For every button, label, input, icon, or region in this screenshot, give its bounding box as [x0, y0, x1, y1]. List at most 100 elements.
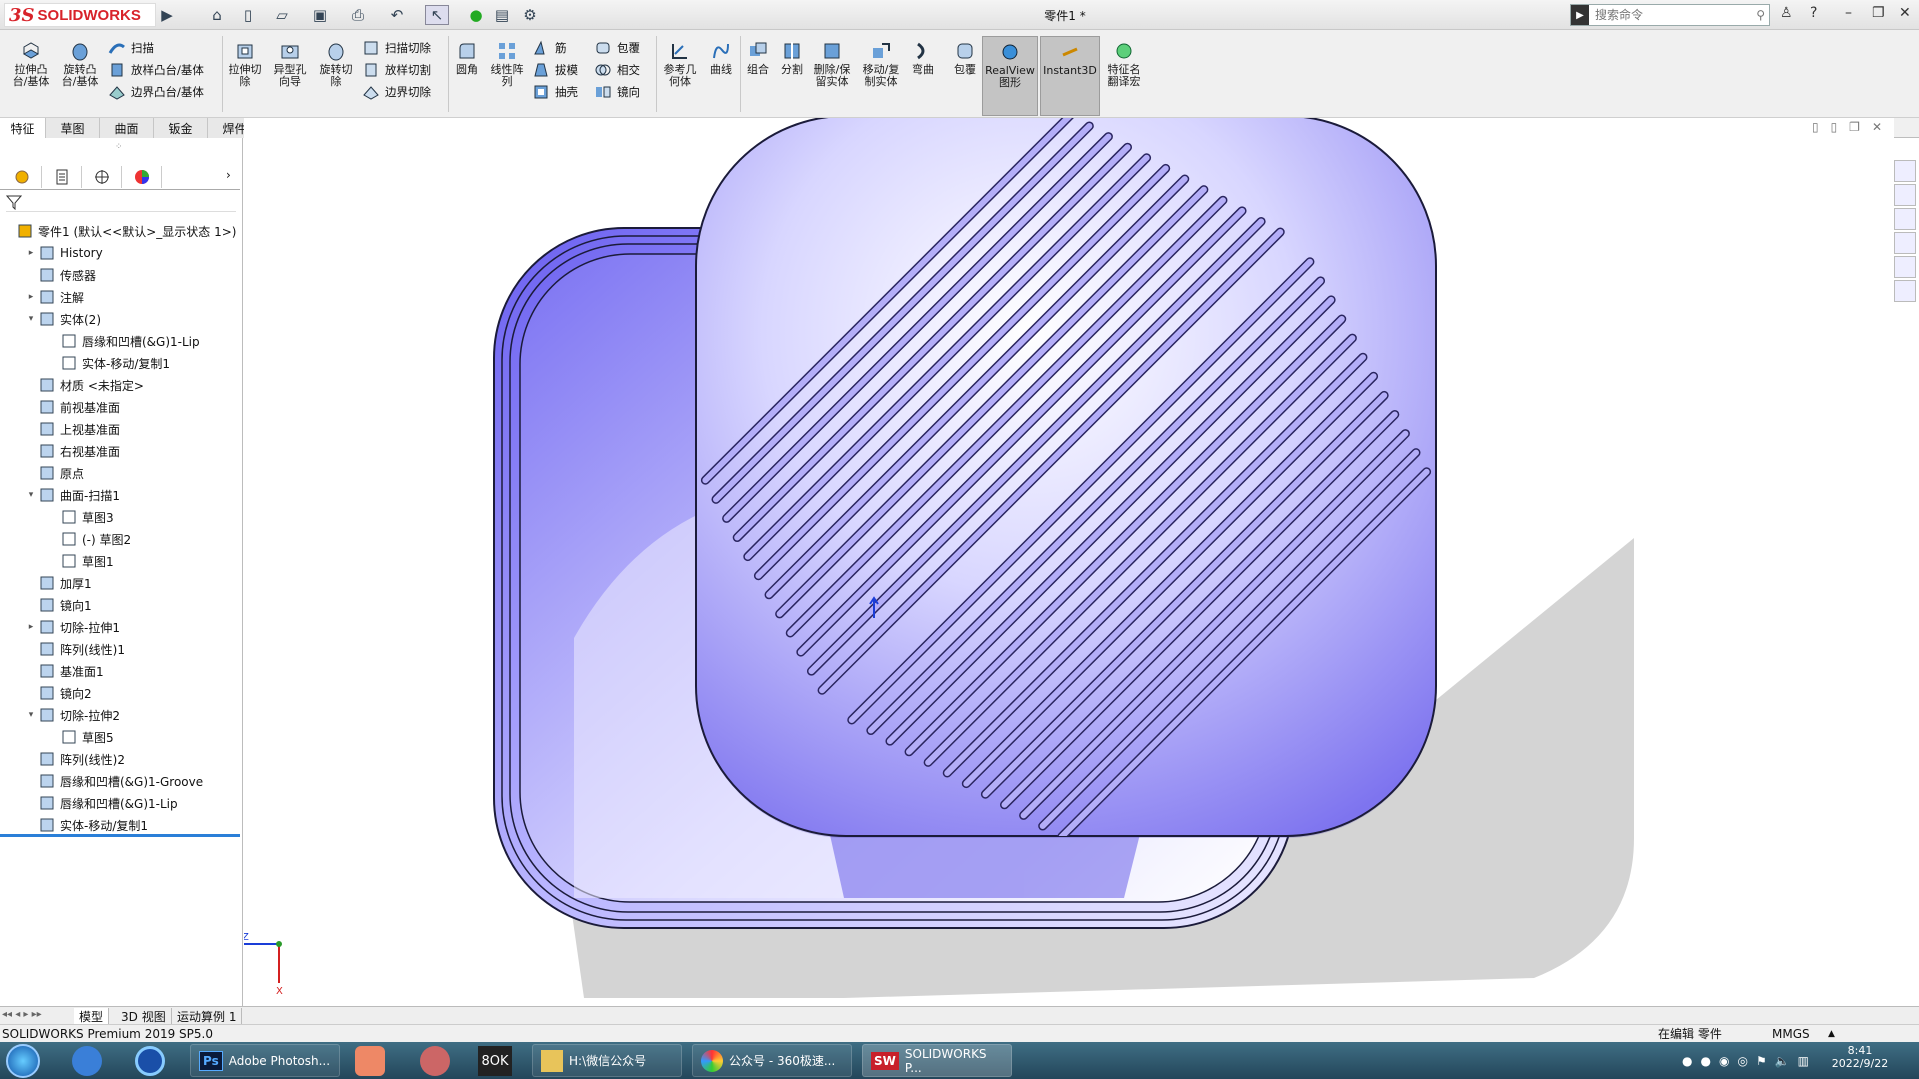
tree-item[interactable]: 唇缘和凹槽(&G)1-Groove [0, 770, 203, 792]
tree-item[interactable]: 加厚1 [0, 572, 92, 594]
tree-item[interactable]: 唇缘和凹槽(&G)1-Lip [0, 792, 178, 814]
app4-pin-icon[interactable]: 8OK [478, 1046, 512, 1076]
mirror-button[interactable]: 镜向 [594, 83, 640, 101]
tree-item[interactable]: 阵列(线性)1 [0, 638, 125, 660]
tree-item[interactable]: 唇缘和凹槽(&G)1-Lip [0, 330, 200, 352]
tree-item[interactable]: 基准面1 [0, 660, 104, 682]
minimize-window-icon[interactable]: – [1845, 5, 1852, 21]
tree-expand-icon[interactable]: ▾ [26, 490, 36, 500]
intersect-button[interactable]: 相交 [594, 61, 640, 79]
start-button-icon[interactable] [6, 1044, 40, 1078]
search-input[interactable] [1595, 8, 1735, 22]
panel-drag-handle[interactable]: ⁘ [115, 142, 123, 152]
sweep-button[interactable]: 扫描 [108, 39, 154, 57]
tree-item[interactable]: ▸ 注解 [0, 286, 84, 308]
tree-item[interactable]: 草图3 [0, 506, 114, 528]
design-library-icon[interactable] [1894, 184, 1916, 206]
boundary-boss-button[interactable]: 边界凸台/基体 [108, 83, 204, 101]
extrude-cut-button[interactable]: 拉伸切 除 [224, 40, 266, 88]
tray-network-icon[interactable]: ▥ [1798, 1054, 1809, 1068]
app2-pin-icon[interactable] [355, 1046, 385, 1076]
filter-icon[interactable] [5, 194, 23, 211]
units-selector[interactable]: MMGS [1772, 1027, 1810, 1041]
print-icon[interactable]: ⎙ [346, 5, 370, 25]
flex-button[interactable]: 弯曲 [908, 40, 938, 76]
tree-item[interactable]: 零件1 (默认<<默认>_显示状态 1>) [0, 220, 236, 242]
appearances-icon[interactable] [1894, 256, 1916, 278]
user-icon[interactable]: ♙ [1780, 5, 1793, 21]
revolve-boss-button[interactable]: 旋转凸 台/基体 [57, 40, 103, 88]
home-icon[interactable]: ⌂ [205, 5, 229, 25]
view-palette-icon[interactable] [1894, 232, 1916, 254]
shell-button[interactable]: 抽壳 [532, 83, 578, 101]
tree-expand-icon[interactable]: ▾ [26, 710, 36, 720]
rollback-bar[interactable] [0, 834, 240, 837]
tree-item[interactable]: 材质 <未指定> [0, 374, 144, 396]
tab-scroll-arrows-icon[interactable]: ◂◂ ◂ ▸ ▸▸ [2, 1009, 42, 1020]
panel-expand-icon[interactable]: › [226, 168, 231, 182]
taskbar-item-browser[interactable]: 公众号 - 360极速... [692, 1044, 852, 1077]
rebuild-icon[interactable]: ● [466, 5, 486, 25]
search-icon[interactable]: ⚲ [1756, 8, 1765, 22]
taskbar-item-explorer[interactable]: H:\微信公众号 [532, 1044, 682, 1077]
graphics-area[interactable]: ⤢ ⊕ ⟲ ◧ ✎ ▦ ◈ ◉ ◐ ◒ ▭ ▯ ▯ ❐ ✕ [244, 118, 1894, 1006]
tree-item[interactable]: (-) 草图2 [0, 528, 131, 550]
units-dropdown-icon[interactable]: ▲ [1828, 1029, 1835, 1039]
tree-expand-icon[interactable]: ▸ [26, 248, 36, 258]
solidworks-logo[interactable]: 3S SOLIDWORKS [4, 3, 156, 27]
delete-keep-body-button[interactable]: 删除/保 留实体 [810, 40, 854, 88]
tree-item[interactable]: 镜向2 [0, 682, 92, 704]
tree-item[interactable]: ▾ 曲面-扫描1 [0, 484, 120, 506]
close-window-icon[interactable]: ✕ [1899, 5, 1911, 21]
display-manager-tab-icon[interactable] [122, 166, 162, 188]
combine-button[interactable]: 组合 [742, 40, 774, 76]
tray-app-icon[interactable]: ● [1682, 1054, 1692, 1068]
tree-item[interactable]: 草图5 [0, 726, 114, 748]
configuration-manager-tab-icon[interactable] [82, 166, 122, 188]
file-explorer-icon[interactable] [1894, 208, 1916, 230]
swept-cut-button[interactable]: 扫描切除 [362, 39, 431, 57]
loft-boss-button[interactable]: 放样凸台/基体 [108, 61, 204, 79]
tray-flag-icon[interactable]: ⚑ [1756, 1054, 1767, 1068]
lofted-cut-button[interactable]: 放样切割 [362, 61, 431, 79]
tray-app3-icon[interactable]: ◉ [1719, 1054, 1729, 1068]
tree-item[interactable]: 原点 [0, 462, 84, 484]
open-icon[interactable]: ▱ [270, 5, 294, 25]
part-model[interactable]: Z X [244, 118, 1894, 1006]
realview-button[interactable]: RealView 图形 [982, 36, 1038, 116]
tree-item[interactable]: 镜向1 [0, 594, 92, 616]
curves-button[interactable]: 曲线 [704, 40, 738, 76]
tab-3[interactable]: 钣金 [154, 118, 208, 138]
model-tab-2[interactable]: 运动算例 1 [172, 1008, 243, 1024]
model-tab-1[interactable]: 3D 视图 [116, 1008, 172, 1024]
file-properties-icon[interactable]: ▤ [492, 5, 512, 25]
taskbar-item-solidworks[interactable]: SW SOLIDWORKS P... [862, 1044, 1012, 1077]
tray-app4-icon[interactable]: ◎ [1737, 1054, 1747, 1068]
linear-pattern-button[interactable]: 线性阵 列 [486, 40, 528, 88]
app3-pin-icon[interactable] [420, 1046, 450, 1076]
custom-properties-icon[interactable] [1894, 280, 1916, 302]
new-document-icon[interactable]: ▯ [236, 5, 260, 25]
search-mode-icon[interactable]: ▶ [1571, 5, 1589, 25]
tree-expand-icon[interactable]: ▾ [26, 314, 36, 324]
instant3d-button[interactable]: Instant3D [1040, 36, 1100, 116]
tab-0[interactable]: 特征 [0, 118, 46, 138]
move-copy-body-button[interactable]: 移动/复 制实体 [858, 40, 904, 88]
tree-item[interactable]: 上视基准面 [0, 418, 120, 440]
app-pin-icon[interactable] [72, 1046, 102, 1076]
wrap-button[interactable]: 包覆 [594, 39, 640, 57]
menu-expand-icon[interactable]: ▶ [160, 5, 174, 25]
boundary-cut-button[interactable]: 边界切除 [362, 83, 431, 101]
model-tab-0[interactable]: 模型 [74, 1008, 110, 1024]
tree-item[interactable]: 右视基准面 [0, 440, 120, 462]
tree-expand-icon[interactable]: ▸ [26, 622, 36, 632]
tree-item[interactable]: 实体-移动/复制1 [0, 352, 170, 374]
feature-translate-macro-button[interactable]: 特征名 翻译宏 [1102, 40, 1146, 88]
revolve-cut-button[interactable]: 旋转切 除 [314, 40, 358, 88]
tree-item[interactable]: 草图1 [0, 550, 114, 572]
wrap2-button[interactable]: 包覆 [950, 40, 980, 76]
browser-pin-icon[interactable] [135, 1046, 165, 1076]
tree-expand-icon[interactable]: ▸ [26, 292, 36, 302]
tree-item[interactable]: 传感器 [0, 264, 96, 286]
undo-icon[interactable]: ↶ [385, 5, 409, 25]
